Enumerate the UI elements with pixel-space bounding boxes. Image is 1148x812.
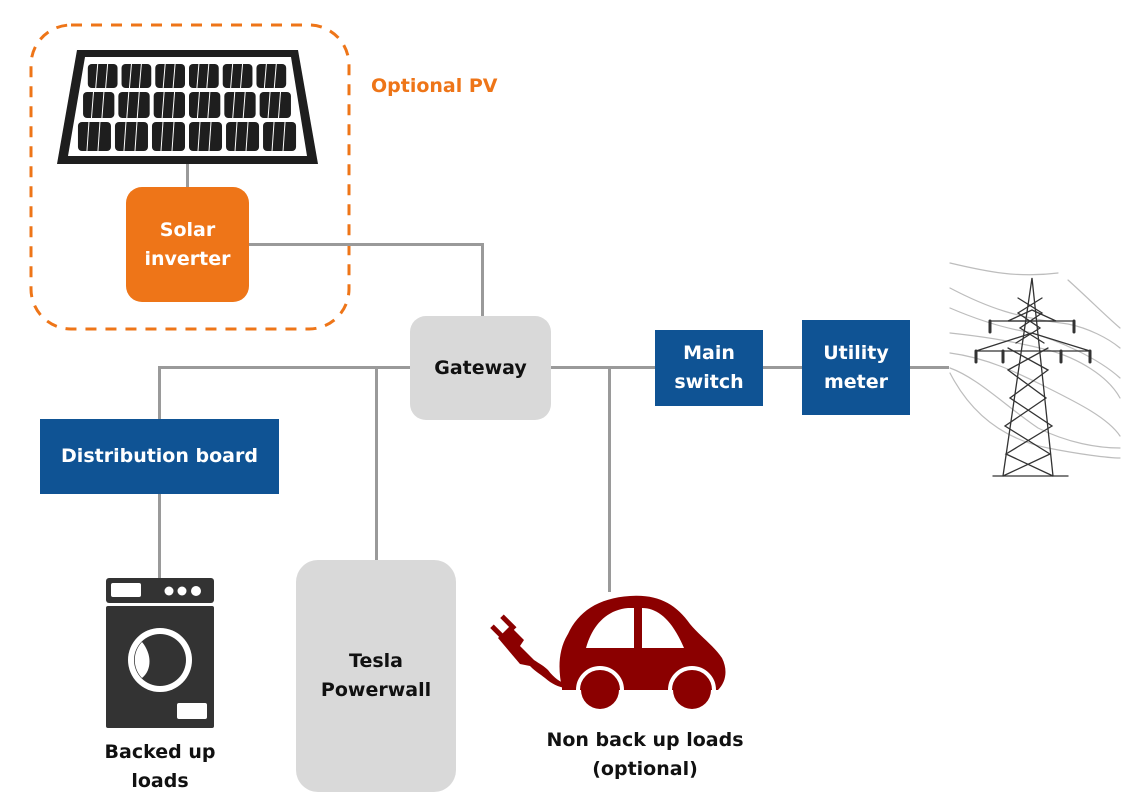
wire-panel-to-inverter (186, 164, 189, 188)
backed-up-loads-label: Backed up loads (80, 738, 240, 796)
wire-board-to-washer (158, 494, 161, 580)
wire-inverter-to-gateway-h (248, 243, 484, 246)
wire-gateway-to-backup-bus (158, 366, 412, 369)
solar-cell (83, 92, 115, 118)
power-transmission-tower-icon (949, 262, 1121, 477)
solar-inverter-box: Solar inverter (126, 187, 249, 302)
wire-bus-to-distribution-board (158, 366, 161, 420)
solar-cell (263, 122, 297, 151)
utility-meter-line1: Utility (823, 341, 889, 364)
optional-pv-label: Optional PV (371, 75, 498, 97)
solar-panel-icon (57, 50, 318, 164)
main-switch-line2: switch (674, 371, 744, 393)
solar-cell (189, 64, 219, 88)
non-backup-loads-line1: Non back up loads (546, 729, 744, 751)
solar-cell (189, 122, 223, 151)
gateway-label: Gateway (434, 356, 527, 379)
solar-cell (256, 64, 287, 88)
utility-meter-line2: meter (823, 370, 889, 393)
tesla-powerwall-box: Tesla Powerwall (296, 560, 456, 792)
solar-inverter-line2: inverter (144, 247, 231, 270)
solar-cell (77, 122, 111, 151)
main-switch-line1: Main (683, 342, 735, 364)
powerwall-line1: Tesla (349, 650, 403, 672)
wire-meter-to-grid (909, 366, 949, 369)
distribution-board-box: Distribution board (40, 419, 279, 494)
non-backup-loads-line2: (optional) (592, 758, 698, 780)
non-backup-loads-label: Non back up loads (optional) (520, 726, 770, 784)
solar-cell (222, 64, 253, 88)
backed-up-loads-line2: loads (131, 770, 189, 792)
solar-inverter-line1: Solar (159, 218, 216, 241)
powerwall-line2: Powerwall (320, 679, 432, 701)
solar-cell (87, 64, 118, 88)
solar-cell (155, 64, 185, 88)
solar-cell (226, 122, 260, 151)
utility-meter-box: Utility meter (802, 320, 910, 415)
wire-switch-to-meter (762, 366, 804, 369)
solar-cell (121, 64, 152, 88)
solar-cell (189, 92, 221, 118)
gateway-box: Gateway (410, 316, 551, 420)
main-switch-box: Main switch (655, 330, 763, 406)
wire-inverter-to-gateway-v (481, 243, 484, 317)
solar-cell (114, 122, 148, 151)
solar-cell (118, 92, 150, 118)
wire-gateway-to-main-switch (550, 366, 656, 369)
solar-cell (259, 92, 291, 118)
solar-cell (224, 92, 256, 118)
electric-car-icon (490, 595, 726, 714)
solar-cell (151, 122, 185, 151)
washing-machine-icon (106, 578, 214, 728)
wire-bus-to-powerwall (375, 366, 378, 561)
distribution-board-label: Distribution board (61, 445, 258, 467)
solar-cell (153, 92, 185, 118)
wire-to-ev (608, 366, 611, 592)
backed-up-loads-line1: Backed up (104, 741, 216, 763)
